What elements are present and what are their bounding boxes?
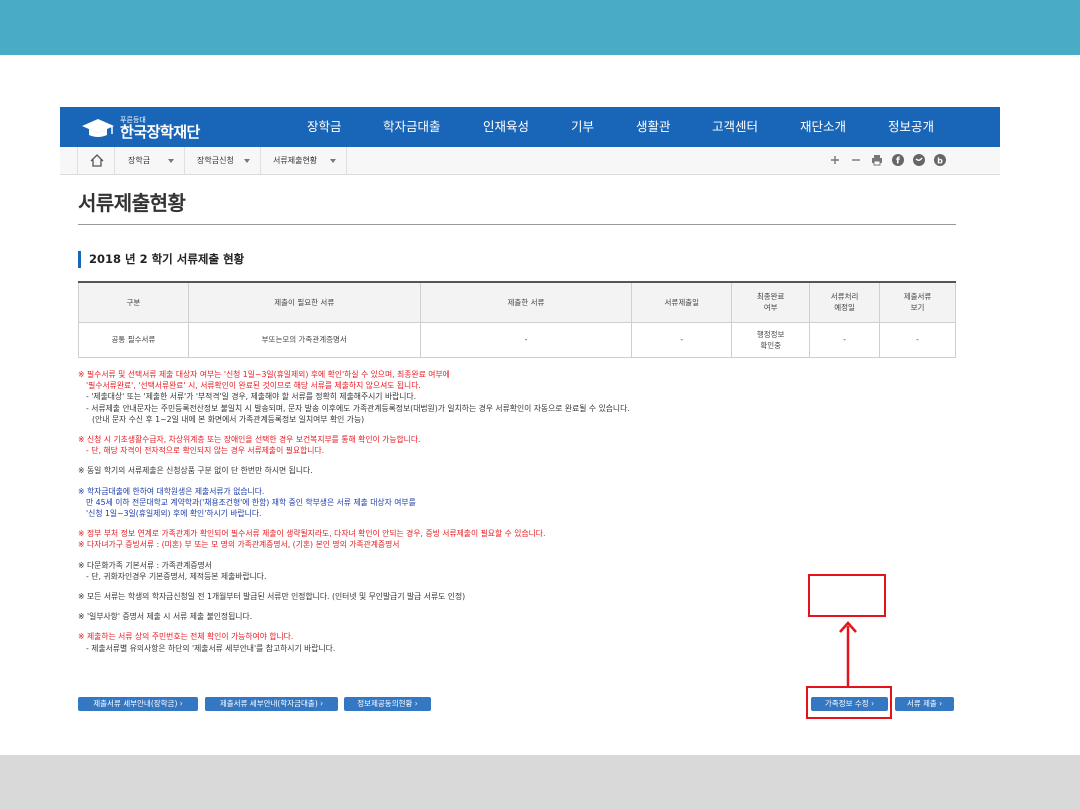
page-title: 서류제출현황 [78,191,186,215]
nav-item-scholarship[interactable]: 장학금 [307,107,342,147]
table-cell: - [809,321,881,358]
chevron-down-icon [244,159,250,163]
notice-block: ※ 필수서류 및 선택서류 제출 대상자 여부는 '신청 1일~3일(휴일제외)… [78,369,958,425]
table-cell: - [419,321,633,358]
chevron-down-icon [330,159,336,163]
notice-block: ※ 제출하는 서류 상의 주민번호는 전체 확인이 가능하여야 합니다. - 제… [78,631,958,653]
table-header-cell: 제출한 서류 [419,281,633,323]
notice-line: ※ 다자녀가구 증빙서류 : (미혼) 부 또는 모 명의 가족관계증명서, (… [78,540,400,550]
submission-status-table: 구분 제출이 필요한 서류 제출한 서류 서류제출일 최종완료 여부 서류처리 … [78,281,956,358]
notice-line: - 서류제출 안내문자는 주민등록전산정보 불일치 시 발송되며, 문자 발송 … [86,403,630,413]
blog-icon[interactable]: b [934,154,946,166]
breadcrumb-label: 서류제출현황 [273,156,318,165]
nav-item-talent[interactable]: 인재육성 [483,107,529,147]
facebook-icon[interactable]: f [892,154,904,166]
notice-block: ※ 신청 시 기초생활수급자, 차상위계층 또는 장애인을 선택한 경우 보건복… [78,434,958,456]
nav-item-disclosure[interactable]: 정보공개 [888,107,934,147]
site-logo[interactable]: 푸른등대 한국장학재단 [80,113,200,143]
breadcrumb-label: 장학금 [128,156,151,165]
notice-line: ※ 정부 부처 정보 연계로 가족관계가 확인되어 필수서류 제출이 생략될지라… [78,529,546,539]
table-cell: - [631,321,733,358]
section-title: 2018 년 2 학기 서류제출 현황 [78,251,244,268]
svg-text:f: f [896,157,900,167]
nav-item-dormitory[interactable]: 생활관 [636,107,671,147]
nav-item-about[interactable]: 재단소개 [800,107,846,147]
table-cell: 공통 필수서류 [78,321,189,358]
table-header-row: 구분 제출이 필요한 서류 제출한 서류 서류제출일 최종완료 여부 서류처리 … [78,281,956,323]
slide-top-band [0,0,1080,55]
table-header-cell: 서류처리 예정일 [809,281,881,323]
site-header: 푸른등대 한국장학재단 장학금 학자금대출 인재육성 기부 생활관 고객센터 재… [60,107,1000,147]
breadcrumb-item-application[interactable]: 장학금신청 [185,147,261,174]
notice-line: '필수서류완료', '선택서류완료' 시, 서류확인이 완료된 것이므로 해당 … [86,381,421,391]
graduation-cap-icon [82,119,114,137]
breadcrumb-item-scholarship[interactable]: 장학금 [116,147,185,174]
chevron-down-icon [168,159,174,163]
breadcrumb: 장학금 장학금신청 서류제출현황 f b [60,147,1000,175]
svg-text:b: b [937,157,943,166]
table-header-cell: 제출이 필요한 서류 [187,281,421,323]
table-cell: - [879,321,956,358]
logo-name: 한국장학재단 [120,122,200,141]
nav-item-customer-center[interactable]: 고객센터 [712,107,758,147]
annotation-box [808,574,886,617]
notice-line: ※ 다문화가족 기본서류 : 가족관계증명서 [78,560,212,570]
print-icon[interactable] [871,154,883,166]
notice-line: - 제출서류별 유의사항은 하단의 '제출서류 세부안내'를 참고하시기 바랍니… [86,643,336,653]
breadcrumb-item-document-status[interactable]: 서류제출현황 [261,147,347,174]
notice-line: 만 45세 이하 전문대학교 계약학과('채용조건형'에 한함) 재학 중인 학… [86,497,416,507]
table-header-cell: 구분 [78,281,189,323]
submit-documents-button[interactable]: 서류 제출 › [895,697,954,711]
notice-block: ※ 동일 학기의 서류제출은 신청상품 구분 없이 단 한번만 하시면 됩니다. [78,465,958,476]
notice-line: - 단, 해당 자격이 전자적으로 확인되지 않는 경우 서류제출이 필요합니다… [86,446,325,456]
notice-line: ※ 필수서류 및 선택서류 제출 대상자 여부는 '신청 1일~3일(휴일제외)… [78,370,450,379]
notice-line: '신청 1일~3일(휴일제외) 후에 확인'하시기 바랍니다. [86,509,262,519]
title-divider [78,224,956,225]
table-header-cell: 제출서류 보기 [879,281,956,323]
notice-line: ※ 신청 시 기초생활수급자, 차상위계층 또는 장애인을 선택한 경우 보건복… [78,435,421,445]
notice-line: - '제출대상' 또는 '제출한 서류'가 '부적격'일 경우, 제출해야 할 … [86,392,417,402]
table-header-cell: 서류제출일 [631,281,733,323]
doc-guide-loan-button[interactable]: 제출서류 세부안내(학자금대출) › [205,697,338,711]
notice-block: ※ 정부 부처 정보 연계로 가족관계가 확인되어 필수서류 제출이 생략될지라… [78,528,958,550]
table-cell: 행정정보 확인중 [731,321,811,358]
plus-icon[interactable] [829,154,841,166]
table-cell: 부또는모의 가족관계증명서 [187,321,421,358]
breadcrumb-label: 장학금신청 [197,156,234,165]
notice-line: ※ 동일 학기의 서류제출은 신청상품 구분 없이 단 한번만 하시면 됩니다. [78,466,313,476]
nav-item-donation[interactable]: 기부 [571,107,594,147]
minus-icon[interactable] [850,154,862,166]
nav-item-student-loan[interactable]: 학자금대출 [383,107,441,147]
table-row: 공통 필수서류 부또는모의 가족관계증명서 - - 행정정보 확인중 - - [78,321,956,358]
notice-list: ※ 필수서류 및 선택서류 제출 대상자 여부는 '신청 1일~3일(휴일제외)… [78,369,958,663]
notice-line: ※ 제출하는 서류 상의 주민번호는 전체 확인이 가능하여야 합니다. [78,632,294,642]
notice-line: (안내 문자 수신 후 1~2일 내에 본 화면에서 가족관계등록정보 일치여부… [92,414,365,424]
slide-bottom-band [0,755,1080,810]
notice-line: ※ 학자금대출에 한하여 대학원생은 제출서류가 없습니다. [78,486,265,496]
doc-guide-scholarship-button[interactable]: 제출서류 세부안내(장학금) › [78,697,198,711]
annotation-arrow-icon [839,621,857,686]
home-button[interactable] [77,147,115,174]
consent-status-button[interactable]: 정보제공동의현황 › [344,697,431,711]
home-icon [90,154,104,167]
notice-block: ※ 학자금대출에 한하여 대학원생은 제출서류가 없습니다. 만 45세 이하 … [78,486,958,520]
annotation-highlight [806,686,892,719]
twitter-icon[interactable] [913,154,925,166]
table-header-cell: 최종완료 여부 [731,281,811,323]
